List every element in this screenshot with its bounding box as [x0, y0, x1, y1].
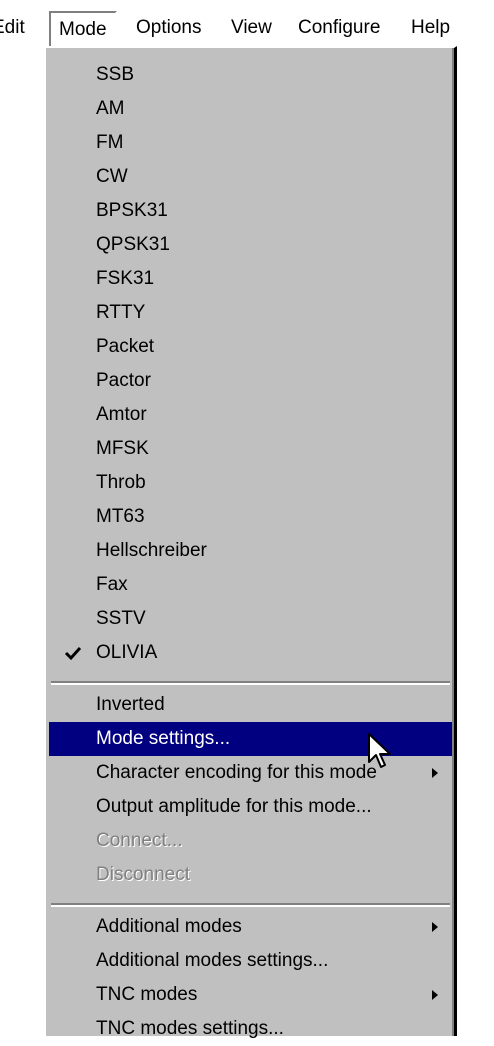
menu-item-label: Additional modes: [96, 916, 242, 937]
menu-item-qpsk31[interactable]: QPSK31: [49, 228, 452, 262]
menu-item-label: Output amplitude for this mode...: [96, 796, 372, 817]
menu-options-label: Options: [136, 17, 202, 38]
menu-item-label: SSB: [96, 64, 135, 85]
menu-item-connect: Connect...: [49, 824, 452, 858]
menu-item-amtor[interactable]: Amtor: [49, 398, 452, 432]
menu-item-mfsk[interactable]: MFSK: [49, 432, 452, 466]
menu-item-label: MT63: [96, 506, 145, 527]
menu-item-rtty[interactable]: RTTY: [49, 296, 452, 330]
menu-item-label: Hellschreiber: [96, 540, 207, 561]
menu-configure-label: Configure: [298, 17, 381, 38]
menu-item-fsk31[interactable]: FSK31: [49, 262, 452, 296]
menu-item-olivia[interactable]: OLIVIA: [49, 636, 452, 670]
menu-item-pactor[interactable]: Pactor: [49, 364, 452, 398]
menu-item-label: Disconnect: [96, 864, 190, 885]
submenu-arrow-icon: [432, 768, 438, 778]
menu-item-label: CW: [96, 166, 128, 187]
menu-separator: [51, 903, 450, 907]
menu-item-label: Inverted: [96, 694, 165, 715]
menu-item-label: AM: [96, 98, 125, 119]
menu-item-label: Character encoding for this mode: [96, 762, 377, 783]
menu-item-label: Mode settings...: [96, 728, 231, 749]
menu-item-label: Pactor: [96, 370, 151, 391]
menu-item-label: TNC modes: [96, 984, 198, 1005]
menu-item-disconnect: Disconnect: [49, 858, 452, 892]
menu-item-tnc-modes[interactable]: TNC modes: [49, 978, 452, 1012]
menu-item-label: RTTY: [96, 302, 146, 323]
menu-item-label: FM: [96, 132, 124, 153]
menu-item-fm[interactable]: FM: [49, 126, 452, 160]
menu-item-label: Additional modes settings...: [96, 950, 329, 971]
mouse-pointer-icon: [367, 732, 397, 772]
menu-item-tnc-modes-settings[interactable]: TNC modes settings...: [49, 1012, 452, 1046]
menu-separator: [51, 681, 450, 685]
menu-help-label: Help: [411, 17, 451, 38]
menu-item-throb[interactable]: Throb: [49, 466, 452, 500]
menu-item-inverted[interactable]: Inverted: [49, 688, 452, 722]
submenu-arrow-icon: [432, 922, 438, 932]
menu-item-label: MFSK: [96, 438, 149, 459]
menu-item-additional-modes[interactable]: Additional modes: [49, 910, 452, 944]
menu-item-packet[interactable]: Packet: [49, 330, 452, 364]
menu-item-bpsk31[interactable]: BPSK31: [49, 194, 452, 228]
menu-item-label: QPSK31: [96, 234, 170, 255]
menu-configure[interactable]: Configure: [298, 14, 380, 42]
mode-dropdown-menu: SSB AM FM CW BPSK31 QPSK31 FSK31 RTTY Pa…: [44, 46, 457, 1039]
menu-view-label: View: [231, 17, 272, 38]
menu-item-hellschreiber[interactable]: Hellschreiber: [49, 534, 452, 568]
checkmark-icon: [63, 636, 83, 670]
menu-item-additional-modes-settings[interactable]: Additional modes settings...: [49, 944, 452, 978]
menu-item-label: FSK31: [96, 268, 155, 289]
menu-item-label: Fax: [96, 574, 128, 595]
menu-item-label: Amtor: [96, 404, 147, 425]
menu-item-label: Throb: [96, 472, 146, 493]
menu-mode[interactable]: Mode: [49, 11, 117, 46]
menu-item-mt63[interactable]: MT63: [49, 500, 452, 534]
menu-item-cw[interactable]: CW: [49, 160, 452, 194]
menu-item-fax[interactable]: Fax: [49, 568, 452, 602]
menu-view[interactable]: View: [231, 14, 272, 42]
menu-item-label: TNC modes settings...: [96, 1018, 284, 1039]
menu-item-am[interactable]: AM: [49, 92, 452, 126]
menu-edit[interactable]: Edit: [0, 14, 25, 42]
menu-item-sstv[interactable]: SSTV: [49, 602, 452, 636]
menu-mode-label: Mode: [59, 19, 107, 40]
menu-item-label: Connect...: [96, 830, 183, 851]
menu-options[interactable]: Options: [136, 14, 201, 42]
menu-item-ssb[interactable]: SSB: [49, 58, 452, 92]
menu-item-output-amplitude[interactable]: Output amplitude for this mode...: [49, 790, 452, 824]
submenu-arrow-icon: [432, 990, 438, 1000]
menu-item-label: SSTV: [96, 608, 146, 629]
menu-edit-label: Edit: [0, 17, 25, 38]
menu-item-label: BPSK31: [96, 200, 168, 221]
menu-item-label: OLIVIA: [96, 642, 158, 663]
menu-item-label: Packet: [96, 336, 155, 357]
menu-bar: Edit Mode Options View Configure Help: [0, 0, 494, 48]
menu-help[interactable]: Help: [411, 14, 450, 42]
